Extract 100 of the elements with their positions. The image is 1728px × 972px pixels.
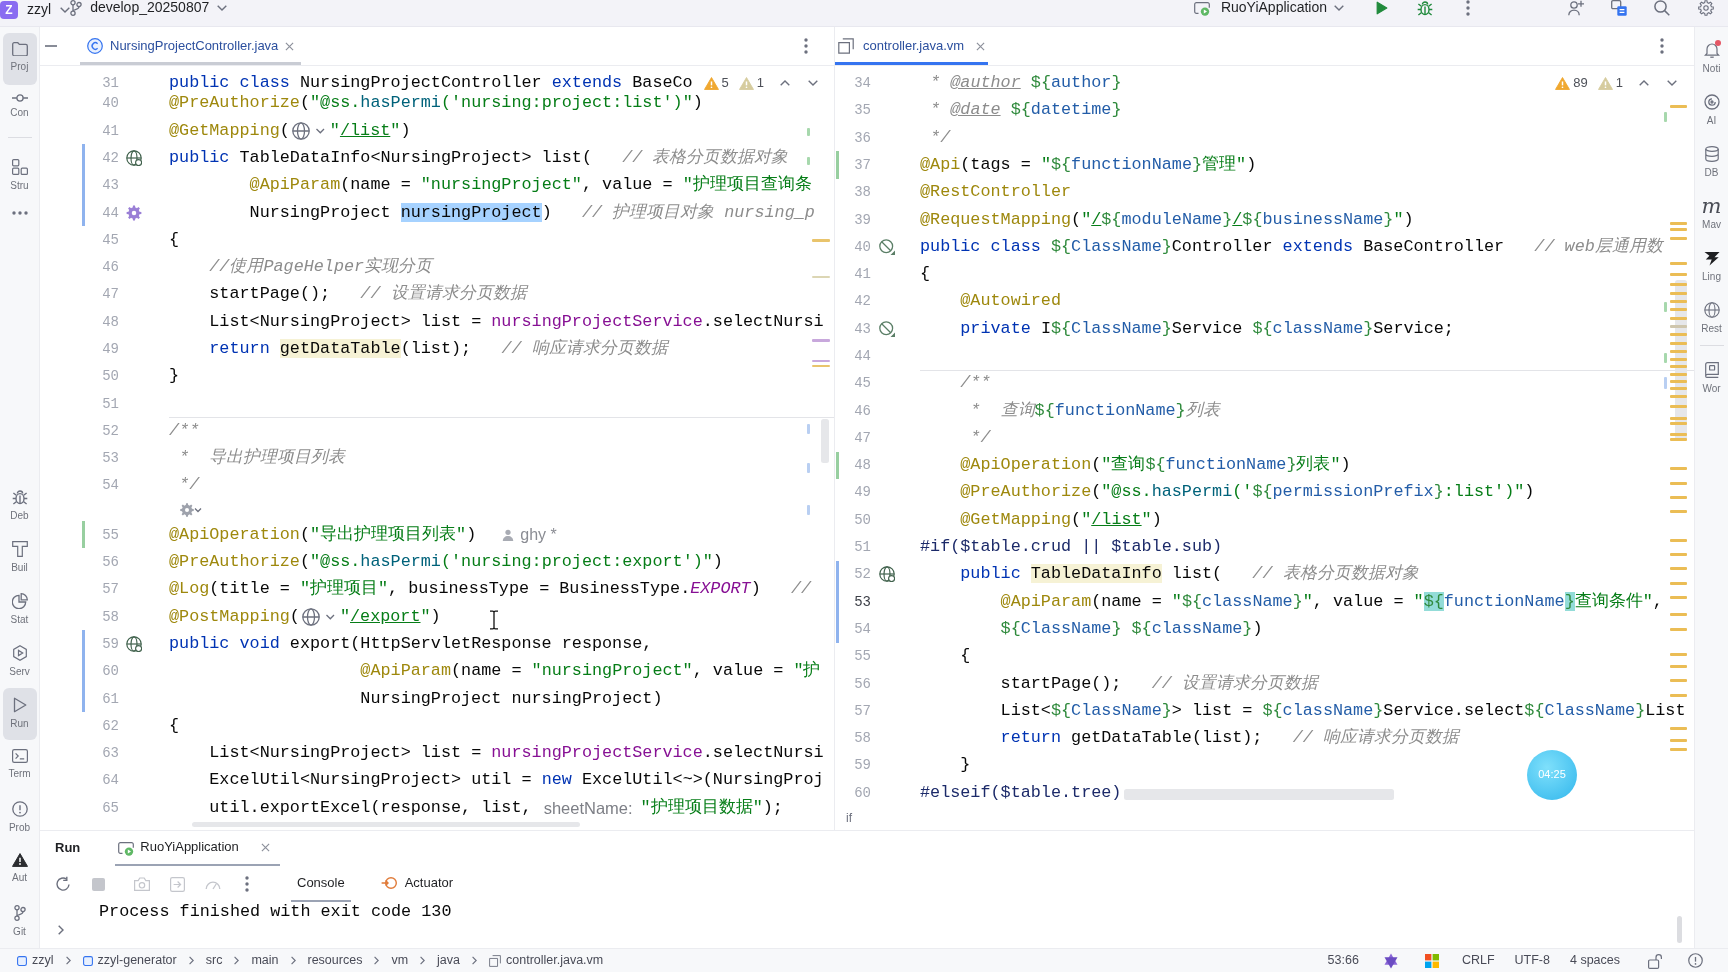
error-stripe-mark[interactable]: [1670, 417, 1687, 420]
tool-window-button[interactable]: Noti: [1696, 33, 1727, 85]
more-icon[interactable]: [1660, 38, 1664, 54]
error-stripe-mark[interactable]: [1670, 405, 1687, 408]
editor-tab[interactable]: NursingProjectController.java: [80, 27, 302, 65]
project-selector[interactable]: Z zzyl: [0, 0, 71, 20]
no-entry-icon[interactable]: [879, 320, 895, 337]
breadcrumb-item[interactable]: src: [205, 952, 223, 969]
tool-window-button[interactable]: Wor: [1696, 353, 1727, 405]
close-icon[interactable]: [260, 843, 270, 852]
error-stripe-mark[interactable]: [812, 360, 830, 362]
bug-icon[interactable]: [1417, 0, 1433, 16]
star-icon[interactable]: [1382, 952, 1399, 969]
error-stripe-mark[interactable]: [1670, 739, 1687, 742]
error-stripe-mark[interactable]: [1670, 317, 1687, 320]
scrollbar-thumb[interactable]: [1677, 916, 1682, 943]
error-stripe-mark[interactable]: [1670, 373, 1687, 376]
globe-dropdown-icon[interactable]: [291, 121, 326, 140]
error-stripe-mark[interactable]: [1670, 395, 1687, 398]
tool-window-button[interactable]: Deb: [2, 480, 37, 532]
breadcrumb-item[interactable]: resources: [307, 952, 363, 969]
search-icon[interactable]: [1654, 0, 1670, 16]
error-stripe-mark[interactable]: [1670, 653, 1687, 656]
error-stripe-mark[interactable]: [1664, 377, 1667, 389]
exclamation-circle-icon[interactable]: [1688, 953, 1703, 968]
scrollbar-thumb[interactable]: [821, 419, 829, 463]
error-stripe-mark[interactable]: [1670, 438, 1687, 441]
minus-icon[interactable]: [45, 45, 57, 47]
error-stripe-mark[interactable]: [1670, 325, 1687, 328]
chevron-right-icon[interactable]: [58, 925, 64, 935]
tool-window-button[interactable]: Prob: [2, 792, 37, 844]
error-stripe-mark[interactable]: [812, 339, 830, 342]
no-entry-icon[interactable]: [879, 238, 895, 255]
error-stripe-mark[interactable]: [1670, 628, 1687, 631]
more-icon[interactable]: [804, 38, 808, 54]
weak-warning-icon[interactable]: [738, 76, 754, 90]
error-stripe-mark[interactable]: [1670, 510, 1687, 513]
tool-window-button[interactable]: Term: [2, 740, 37, 792]
more-icon[interactable]: [245, 876, 249, 892]
chevron-up-icon[interactable]: [1639, 80, 1649, 87]
breadcrumb-item[interactable]: zzyl-generator: [82, 952, 177, 969]
error-stripe-mark[interactable]: [1670, 283, 1687, 286]
indent-setting[interactable]: 4 spaces: [1569, 952, 1620, 969]
error-stripe-mark[interactable]: [1670, 582, 1687, 585]
error-stripe-mark[interactable]: [1670, 567, 1687, 570]
error-stripe-mark[interactable]: [807, 424, 810, 434]
breadcrumb-item[interactable]: main: [251, 952, 279, 969]
error-stripe-mark[interactable]: [1670, 613, 1687, 616]
weak-warning-count[interactable]: 1: [1615, 75, 1623, 92]
weak-warning-icon[interactable]: [1597, 76, 1613, 90]
unlocked-padlock-icon[interactable]: [1648, 952, 1662, 969]
error-stripe-mark[interactable]: [812, 365, 830, 367]
line-separator[interactable]: CRLF: [1461, 952, 1495, 969]
chevron-down-icon[interactable]: [808, 80, 818, 87]
error-stripe-mark[interactable]: [1670, 342, 1687, 345]
cog-dropdown-icon[interactable]: [180, 503, 202, 518]
error-stripe-mark[interactable]: [1670, 105, 1687, 108]
error-stripe-mark[interactable]: [1670, 665, 1687, 668]
error-stripe-mark[interactable]: [1670, 496, 1687, 499]
warning-count[interactable]: 5: [721, 75, 729, 92]
tool-window-button[interactable]: Rest: [1696, 293, 1727, 345]
error-stripe-mark[interactable]: [812, 276, 830, 278]
tool-window-button[interactable]: Proj: [2, 33, 37, 85]
error-stripe-mark[interactable]: [1670, 273, 1687, 276]
warning-icon[interactable]: [703, 76, 719, 90]
tool-window-button[interactable]: AI: [1696, 85, 1727, 137]
run-config-selector[interactable]: RuoYiApplication: [1193, 0, 1344, 16]
tool-window-button[interactable]: m Mav: [1696, 189, 1727, 241]
globe-icon[interactable]: [126, 635, 142, 652]
breadcrumb-item[interactable]: vm: [391, 952, 409, 969]
weak-warning-count[interactable]: 1: [756, 75, 764, 92]
error-stripe-mark[interactable]: [1670, 228, 1687, 231]
error-stripe-mark[interactable]: [1670, 237, 1687, 240]
error-stripe-mark[interactable]: [1670, 387, 1687, 390]
error-stripe-mark[interactable]: [1670, 596, 1687, 599]
error-stripe-mark[interactable]: [1664, 353, 1667, 363]
scrollbar-thumb[interactable]: [192, 822, 580, 827]
error-stripe-mark[interactable]: [1670, 539, 1687, 542]
breadcrumb-item[interactable]: java: [437, 952, 460, 969]
close-icon[interactable]: [976, 41, 986, 51]
warning-count[interactable]: 89: [1573, 75, 1588, 92]
error-stripe-mark[interactable]: [1670, 365, 1687, 368]
view-tab[interactable]: Console: [291, 866, 351, 902]
chevron-up-icon[interactable]: [780, 80, 790, 87]
error-stripe-mark[interactable]: [1670, 422, 1687, 425]
error-stripe-mark[interactable]: [1670, 333, 1687, 336]
tool-window-button[interactable]: Con: [2, 85, 37, 137]
warning-icon[interactable]: [1555, 76, 1571, 90]
play-icon[interactable]: [1376, 1, 1388, 15]
globe-icon[interactable]: [879, 566, 895, 583]
error-stripe-mark[interactable]: [1670, 292, 1687, 295]
breadcrumb-item[interactable]: if: [846, 810, 852, 826]
tool-window-button[interactable]: Aut: [2, 844, 37, 896]
scrollbar-thumb[interactable]: [1124, 789, 1394, 800]
error-stripe-mark[interactable]: [1670, 727, 1687, 730]
caret-position[interactable]: 53:66: [1327, 952, 1359, 969]
settings-icon[interactable]: [1698, 0, 1714, 16]
error-stripe-mark[interactable]: [1670, 694, 1687, 697]
error-stripe-mark[interactable]: [1670, 482, 1687, 485]
add-user-icon[interactable]: [1568, 0, 1584, 16]
